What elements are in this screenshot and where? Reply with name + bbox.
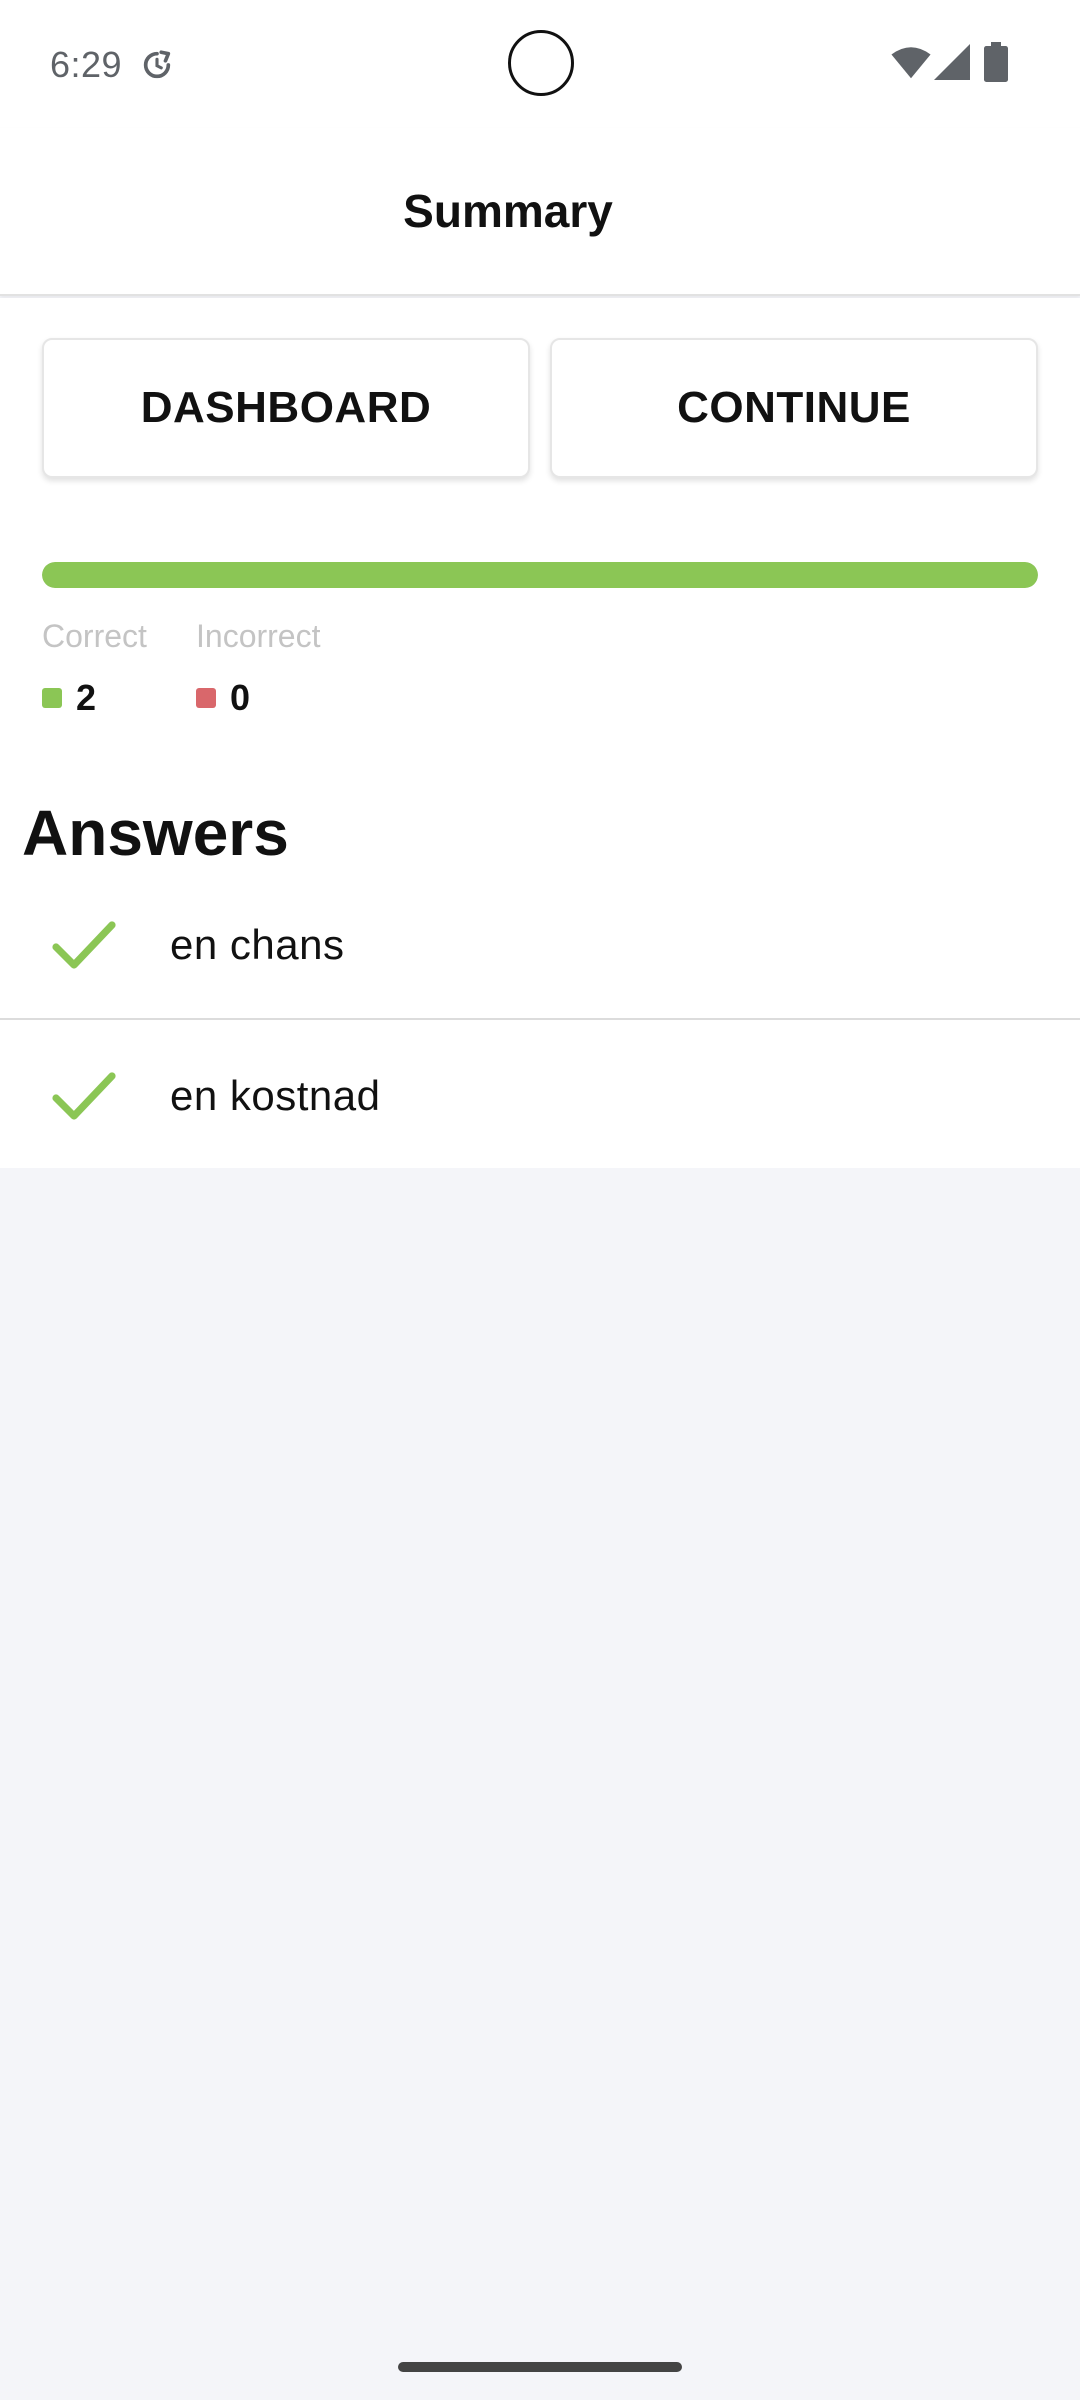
camera-cutout — [508, 30, 574, 96]
answer-text: en kostnad — [170, 1072, 381, 1119]
answers-title: Answers — [22, 797, 289, 869]
dashboard-button[interactable]: DASHBOARD — [42, 338, 530, 478]
answer-row[interactable]: en chans — [0, 872, 1080, 1020]
home-indicator[interactable] — [398, 2362, 682, 2372]
check-icon — [52, 1072, 116, 1120]
continue-button[interactable]: CONTINUE — [550, 338, 1038, 478]
battery-icon — [984, 42, 1008, 82]
page-title: Summary — [403, 185, 613, 237]
correct-count: 2 — [76, 677, 97, 718]
incorrect-value-row: 0 — [196, 677, 320, 719]
wifi-icon — [891, 47, 931, 79]
correct-value-row: 2 — [42, 677, 147, 719]
correct-label: Correct — [42, 618, 147, 654]
answer-row[interactable]: en kostnad — [0, 1022, 1080, 1170]
incorrect-dot-icon — [196, 688, 216, 708]
status-bar: 6:29 — [0, 0, 1080, 128]
signal-icon — [934, 44, 970, 80]
screen: 6:29 Summary DASHBOARD CONTINUE Correct — [0, 0, 1080, 2400]
incorrect-stat: Incorrect 0 — [196, 618, 320, 719]
correct-stat: Correct 2 — [42, 618, 147, 719]
summary-content: DASHBOARD CONTINUE Correct 2 Incorrect 0… — [0, 298, 1080, 1168]
incorrect-label: Incorrect — [196, 618, 321, 654]
sync-icon — [143, 50, 171, 79]
answer-text: en chans — [170, 921, 345, 968]
check-icon — [52, 921, 116, 969]
app-bar: Summary — [0, 128, 1080, 296]
score-progress-fill — [42, 562, 1038, 588]
incorrect-count: 0 — [230, 677, 251, 718]
score-progress-bar — [42, 562, 1038, 588]
correct-dot-icon — [42, 688, 62, 708]
status-time: 6:29 — [50, 44, 123, 85]
